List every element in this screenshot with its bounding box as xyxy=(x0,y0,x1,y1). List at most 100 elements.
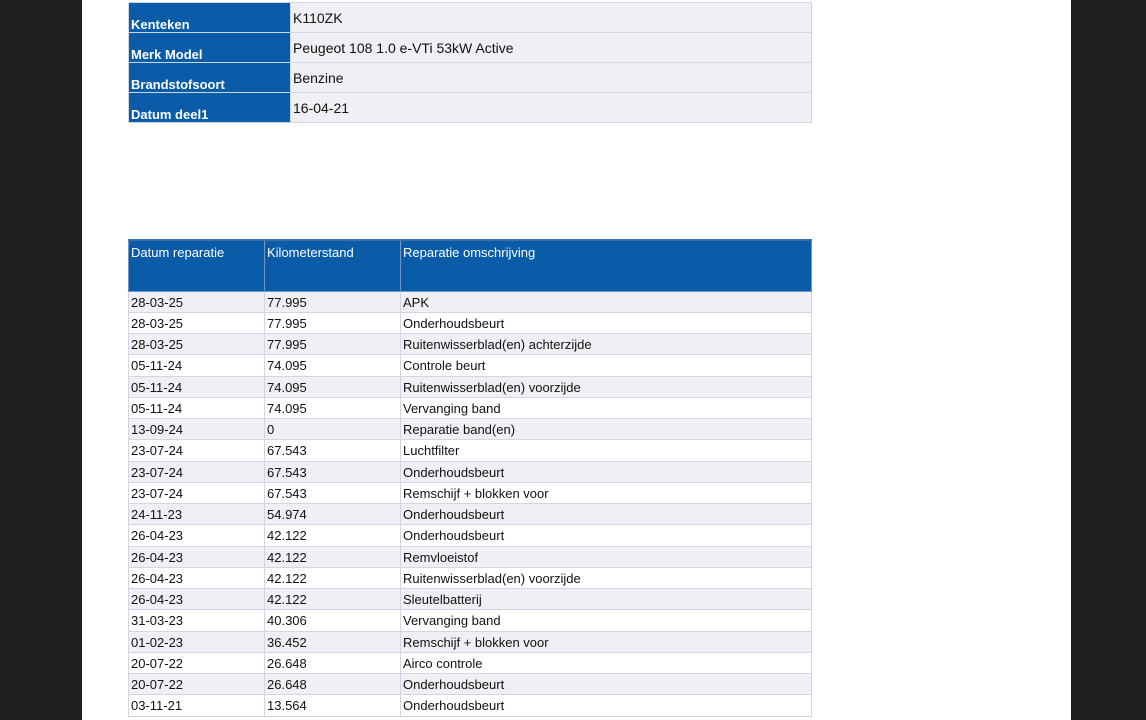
cell-description: Vervanging band xyxy=(400,396,812,420)
cell-date: 23-07-24 xyxy=(128,439,265,462)
cell-mileage: 42.122 xyxy=(264,524,401,547)
table-row: 05-11-24 74.095 Vervanging band xyxy=(128,396,812,420)
table-row: 03-11-21 13.564 Onderhoudsbeurt xyxy=(128,694,812,717)
cell-date: 05-11-24 xyxy=(128,354,265,377)
cell-mileage: 0 xyxy=(264,417,401,441)
cell-mileage: 74.095 xyxy=(264,396,401,420)
cell-description: Onderhoudsbeurt xyxy=(400,694,812,717)
table-row: 31-03-23 40.306 Vervanging band xyxy=(128,609,812,632)
cell-mileage: 54.974 xyxy=(264,502,401,526)
vehicle-row-brandstofsoort: Brandstofsoort Benzine xyxy=(128,62,812,93)
vehicle-label: Merk Model xyxy=(128,32,291,63)
cell-description: Remschijf + blokken voor xyxy=(400,481,812,505)
cell-description: Sleutelbatterij xyxy=(400,587,812,611)
table-row: 20-07-22 26.648 Airco controle xyxy=(128,651,812,675)
table-row: 26-04-23 42.122 Sleutelbatterij xyxy=(128,587,812,611)
cell-description: Luchtfilter xyxy=(400,439,812,462)
cell-date: 26-04-23 xyxy=(128,545,265,568)
cell-description: Onderhoudsbeurt xyxy=(400,672,812,696)
cell-mileage: 42.122 xyxy=(264,587,401,611)
header-kilometerstand: Kilometerstand xyxy=(264,239,401,292)
cell-description: Remschijf + blokken voor xyxy=(400,630,812,653)
cell-mileage: 42.122 xyxy=(264,545,401,568)
cell-date: 20-07-22 xyxy=(128,672,265,696)
cell-mileage: 77.995 xyxy=(264,332,401,356)
document-viewer: Kenteken K110ZK Merk Model Peugeot 108 1… xyxy=(0,0,1146,720)
cell-description: Controle beurt xyxy=(400,354,812,377)
table-row: 28-03-25 77.995 APK xyxy=(128,290,812,313)
table-row: 26-04-23 42.122 Ruitenwisserblad(en) voorz… xyxy=(128,566,812,590)
cell-mileage: 67.543 xyxy=(264,439,401,462)
cell-description: Ruitenwisserblad(en) voorzijde xyxy=(400,375,812,398)
cell-date: 20-07-22 xyxy=(128,651,265,675)
repair-header-row: Datum reparatie Kilometerstand Reparatie… xyxy=(128,239,812,292)
table-row: 23-07-24 67.543 Onderhoudsbeurt xyxy=(128,460,812,483)
cell-mileage: 67.543 xyxy=(264,460,401,483)
cell-mileage: 77.995 xyxy=(264,290,401,313)
table-row: 26-04-23 42.122 Onderhoudsbeurt xyxy=(128,524,812,547)
cell-mileage: 26.648 xyxy=(264,672,401,696)
table-row: 28-03-25 77.995 Onderhoudsbeurt xyxy=(128,311,812,335)
table-row: 20-07-22 26.648 Onderhoudsbeurt xyxy=(128,672,812,696)
repair-rows: 28-03-25 77.995 APK 28-03-25 77.995 Onderhoud… xyxy=(128,290,812,717)
cell-mileage: 40.306 xyxy=(264,609,401,632)
cell-mileage: 74.095 xyxy=(264,375,401,398)
header-reparatie-omschrijving: Reparatie omschrijving xyxy=(400,239,812,292)
vehicle-label: Kenteken xyxy=(128,2,291,33)
vehicle-row-merk-model: Merk Model Peugeot 108 1.0 e-VTi 53kW Ac… xyxy=(128,32,812,63)
repair-history-table: Datum reparatie Kilometerstand Reparatie… xyxy=(128,239,812,717)
table-row: 23-07-24 67.543 Luchtfilter xyxy=(128,439,812,462)
vehicle-label: Brandstofsoort xyxy=(128,62,291,93)
table-row: 24-11-23 54.974 Onderhoudsbeurt xyxy=(128,502,812,526)
cell-date: 01-02-23 xyxy=(128,630,265,653)
cell-date: 26-04-23 xyxy=(128,587,265,611)
cell-date: 05-11-24 xyxy=(128,375,265,398)
cell-date: 28-03-25 xyxy=(128,311,265,335)
table-row: 28-03-25 77.995 Ruitenwisserblad(en) achte… xyxy=(128,332,812,356)
cell-date: 13-09-24 xyxy=(128,417,265,441)
cell-date: 28-03-25 xyxy=(128,332,265,356)
cell-date: 31-03-23 xyxy=(128,609,265,632)
table-row: 23-07-24 67.543 Remschijf + blokken voor xyxy=(128,481,812,505)
vehicle-row-datum-deel1: Datum deel1 16-04-21 xyxy=(128,92,812,123)
vehicle-value: Peugeot 108 1.0 e-VTi 53kW Active xyxy=(290,32,812,63)
cell-date: 28-03-25 xyxy=(128,290,265,313)
vehicle-value: 16-04-21 xyxy=(290,92,812,123)
cell-description: Onderhoudsbeurt xyxy=(400,524,812,547)
cell-description: APK xyxy=(400,290,812,313)
document-page: Kenteken K110ZK Merk Model Peugeot 108 1… xyxy=(82,0,1071,720)
cell-mileage: 26.648 xyxy=(264,651,401,675)
table-row: 13-09-24 0 Reparatie band(en) xyxy=(128,417,812,441)
cell-mileage: 74.095 xyxy=(264,354,401,377)
vehicle-label: Datum deel1 xyxy=(128,92,291,123)
cell-mileage: 42.122 xyxy=(264,566,401,590)
cell-date: 05-11-24 xyxy=(128,396,265,420)
cell-date: 23-07-24 xyxy=(128,481,265,505)
table-row: 05-11-24 74.095 Ruitenwisserblad(en) voorz… xyxy=(128,375,812,398)
vehicle-row-kenteken: Kenteken K110ZK xyxy=(128,2,812,33)
cell-date: 03-11-21 xyxy=(128,694,265,717)
cell-description: Ruitenwisserblad(en) voorzijde xyxy=(400,566,812,590)
vehicle-value: K110ZK xyxy=(290,2,812,33)
cell-description: Remvloeistof xyxy=(400,545,812,568)
cell-mileage: 36.452 xyxy=(264,630,401,653)
cell-description: Onderhoudsbeurt xyxy=(400,502,812,526)
vehicle-value: Benzine xyxy=(290,62,812,93)
vehicle-info-table: Kenteken K110ZK Merk Model Peugeot 108 1… xyxy=(128,2,812,123)
cell-date: 26-04-23 xyxy=(128,566,265,590)
cell-mileage: 67.543 xyxy=(264,481,401,505)
cell-description: Onderhoudsbeurt xyxy=(400,311,812,335)
table-row: 26-04-23 42.122 Remvloeistof xyxy=(128,545,812,568)
cell-description: Airco controle xyxy=(400,651,812,675)
cell-date: 23-07-24 xyxy=(128,460,265,483)
table-row: 05-11-24 74.095 Controle beurt xyxy=(128,354,812,377)
cell-description: Vervanging band xyxy=(400,609,812,632)
cell-mileage: 13.564 xyxy=(264,694,401,717)
cell-description: Ruitenwisserblad(en) achterzijde xyxy=(400,332,812,356)
cell-date: 26-04-23 xyxy=(128,524,265,547)
cell-description: Onderhoudsbeurt xyxy=(400,460,812,483)
table-row: 01-02-23 36.452 Remschijf + blokken voor xyxy=(128,630,812,653)
cell-date: 24-11-23 xyxy=(128,502,265,526)
header-datum-reparatie: Datum reparatie xyxy=(128,239,265,292)
cell-description: Reparatie band(en) xyxy=(400,417,812,441)
